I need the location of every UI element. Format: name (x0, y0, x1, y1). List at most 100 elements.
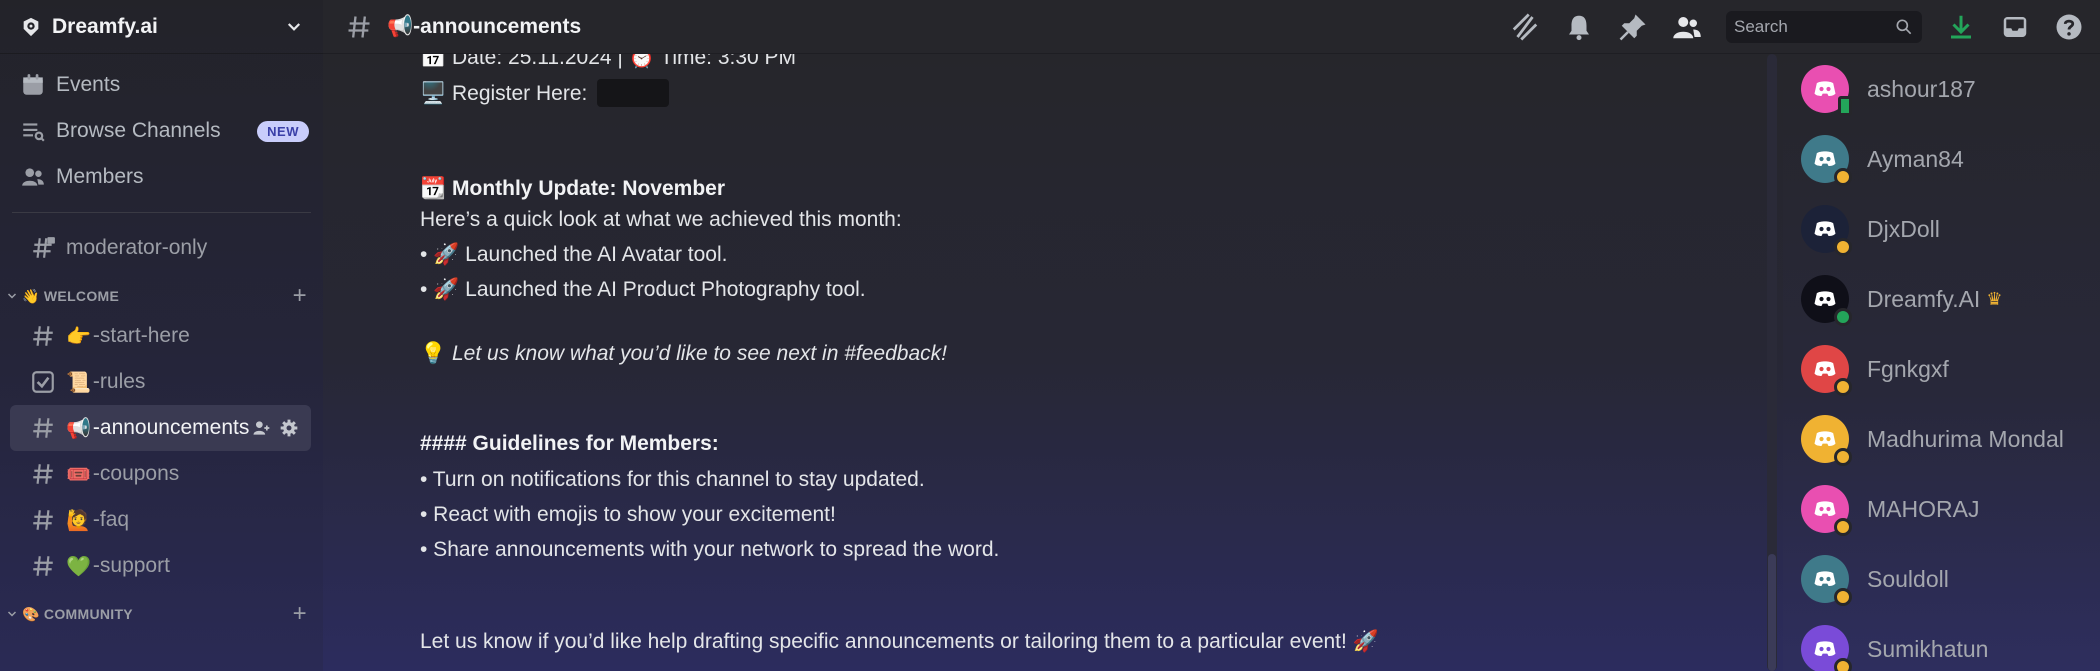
add-channel-icon[interactable]: + (293, 282, 307, 310)
hash-icon (33, 326, 53, 346)
sidebar-divider (12, 212, 311, 213)
message-closing: Let us know if you’d like help drafting … (420, 630, 1379, 653)
monthly-emoji: 📆 (420, 177, 447, 200)
member-item[interactable]: Dreamfy.AI ♛ (1801, 264, 2100, 334)
avatar (1801, 625, 1852, 671)
channel-start-here[interactable]: 👉 -start-here (10, 313, 311, 359)
nav-events[interactable]: Events (0, 62, 323, 108)
avatar (1801, 415, 1852, 466)
avatar (1801, 345, 1852, 396)
calendar-icon (23, 74, 43, 95)
member-name: Fgnkgxf (1867, 355, 1949, 382)
member-name: DjxDoll (1867, 215, 1940, 242)
idle-status-icon (1834, 238, 1852, 256)
new-badge: NEW (257, 120, 309, 142)
register-prefix: 🖥️ Register Here: (420, 82, 588, 105)
avatar (1801, 135, 1852, 186)
member-list: ashour187 Ayman84 DjxDoll Dreamfy.AI ♛ F… (1783, 54, 2100, 671)
avatar (1801, 485, 1852, 536)
nav-browse-channels[interactable]: Browse Channels NEW (0, 108, 323, 154)
server-logo-icon (23, 17, 39, 36)
message-monthly-intro: Here’s a quick look at what we achieved … (420, 208, 902, 231)
help-icon[interactable] (2054, 12, 2084, 42)
channel-faq[interactable]: 🙋 -faq (10, 497, 311, 543)
message-guidelines-title: #### Guidelines for Members: (420, 432, 719, 456)
guidelines-title-text: #### Guidelines for Members: (420, 432, 719, 455)
download-icon[interactable] (1946, 12, 1976, 42)
nav-members-label: Members (56, 165, 144, 188)
redacted-link[interactable] (597, 79, 670, 107)
member-item[interactable]: MAHORAJ (1801, 474, 2100, 544)
server-header[interactable]: Dreamfy.ai (0, 0, 323, 54)
category-welcome[interactable]: 👋 WELCOME + (0, 279, 323, 313)
channel-faq-label: -faq (92, 508, 130, 531)
search-input[interactable]: Search (1726, 10, 1922, 43)
inbox-icon[interactable] (2000, 12, 2030, 42)
idle-status-icon (1834, 658, 1852, 671)
channel-support-label: -support (92, 554, 170, 577)
member-item[interactable]: Madhurima Mondal (1801, 404, 2100, 474)
rules-icon (32, 371, 54, 393)
member-item[interactable]: ashour187 (1801, 54, 2100, 124)
bell-icon[interactable] (1564, 12, 1594, 42)
channel-moderator-only[interactable]: moderator-only (10, 225, 311, 271)
channel-announcements[interactable]: 📢 -announcements (10, 405, 311, 451)
member-list-icon[interactable] (1672, 12, 1702, 42)
mobile-status-icon (1838, 96, 1852, 116)
member-item[interactable]: DjxDoll (1801, 194, 2100, 264)
pin-icon[interactable] (1618, 12, 1648, 42)
channel-emoji: 🎟️ (66, 463, 91, 486)
server-name: Dreamfy.ai (52, 14, 158, 38)
channel-moderator-only-label: moderator-only (66, 236, 208, 259)
hash-icon (348, 15, 370, 38)
browse-channels-icon (23, 123, 45, 142)
member-item[interactable]: Fgnkgxf (1801, 334, 2100, 404)
message-scrollbar[interactable] (1767, 54, 1777, 671)
chevron-down-icon[interactable] (285, 18, 303, 36)
idle-status-icon (1834, 518, 1852, 536)
members-icon (22, 168, 44, 186)
channel-coupons[interactable]: 🎟️ -coupons (10, 451, 311, 497)
channel-rules[interactable]: 📜 -rules (10, 359, 311, 405)
channel-emoji: 🙋 (66, 509, 91, 532)
channel-title: 📢-announcements (387, 14, 582, 38)
threads-icon[interactable] (1510, 12, 1540, 42)
channel-header: 📢-announcements Search (323, 0, 2100, 54)
hash-icon (33, 510, 53, 530)
nav-events-label: Events (56, 73, 121, 96)
idle-status-icon (1834, 588, 1852, 606)
create-invite-icon[interactable] (251, 418, 271, 438)
channel-emoji: 📢 (66, 417, 91, 440)
online-status-icon (1834, 308, 1852, 326)
locked-hash-icon (33, 237, 55, 258)
channel-start-here-label: -start-here (92, 324, 190, 347)
avatar (1801, 275, 1852, 326)
feedback-text: Let us know what you’d like to see next … (452, 342, 947, 365)
channel-support[interactable]: 💚 -support (10, 543, 311, 589)
achievement-item: • 🚀 Launched the AI Product Photography … (420, 278, 866, 301)
channel-coupons-label: -coupons (92, 462, 180, 485)
member-item[interactable]: Ayman84 (1801, 124, 2100, 194)
gear-icon[interactable] (279, 418, 299, 438)
member-item[interactable]: Sumikhatun (1801, 614, 2100, 671)
member-name: Souldoll (1867, 565, 1949, 592)
feedback-emoji: 💡 (420, 342, 447, 365)
hash-icon (33, 464, 53, 484)
nav-members[interactable]: Members (0, 154, 323, 200)
idle-status-icon (1834, 448, 1852, 466)
scrollbar-thumb[interactable] (1768, 554, 1776, 671)
member-name: Madhurima Mondal (1867, 425, 2064, 452)
avatar (1801, 65, 1852, 116)
category-welcome-label: 👋 WELCOME (22, 287, 120, 304)
avatar (1801, 205, 1852, 256)
add-channel-icon[interactable]: + (293, 600, 307, 628)
category-community[interactable]: 🎨 COMMUNITY + (0, 597, 323, 631)
member-item[interactable]: Souldoll (1801, 544, 2100, 614)
member-name: ashour187 (1867, 75, 1976, 102)
channel-rules-label: -rules (92, 370, 146, 393)
message-register-line: 🖥️ Register Here: (420, 79, 670, 107)
idle-status-icon (1834, 378, 1852, 396)
member-name: MAHORAJ (1867, 495, 1980, 522)
search-placeholder: Search (1734, 16, 1788, 36)
category-community-label: 🎨 COMMUNITY (22, 605, 133, 622)
